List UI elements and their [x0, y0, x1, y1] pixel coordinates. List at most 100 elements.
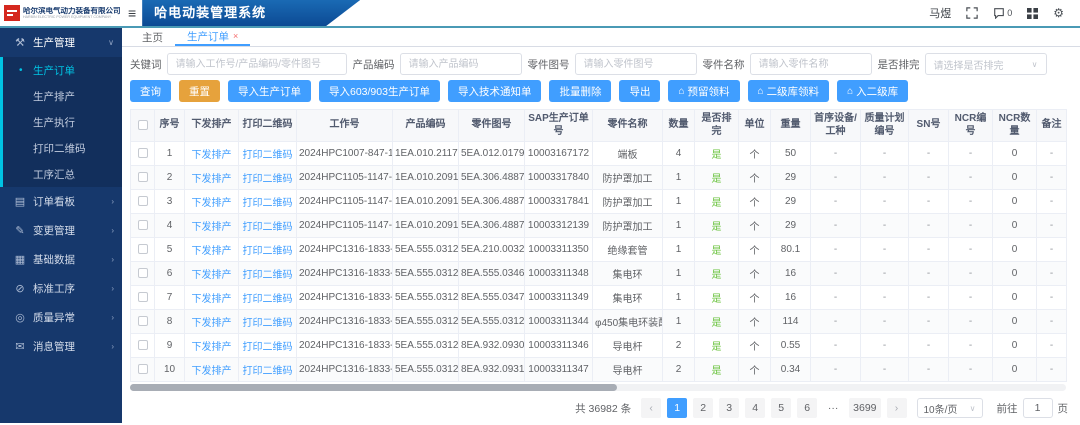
cell-ncr-no: -: [949, 166, 993, 190]
sidebar-subitem-print-qrcode[interactable]: 打印二维码: [3, 135, 122, 161]
filter-scheduled-status-select[interactable]: 请选择是否排完∨: [925, 53, 1047, 75]
horizontal-scrollbar[interactable]: [130, 384, 1066, 391]
sidebar-item-quality-exception[interactable]: ◎质量异常›: [0, 303, 122, 332]
sidebar-subitem-production-order[interactable]: •生产订单: [3, 57, 122, 83]
settings-gear-icon[interactable]: ⚙: [1053, 7, 1064, 19]
batch-delete-button[interactable]: 批量删除: [549, 80, 611, 102]
dispatch-link[interactable]: 下发排产: [185, 238, 239, 262]
apps-grid-icon[interactable]: [1027, 8, 1038, 19]
row-checkbox[interactable]: [138, 340, 148, 350]
prev-page-button[interactable]: ‹: [641, 398, 661, 418]
page-button-3[interactable]: 3: [719, 398, 739, 418]
cell-remark: -: [1037, 262, 1067, 286]
reset-button[interactable]: 重置: [179, 80, 220, 102]
dispatch-link[interactable]: 下发排产: [185, 334, 239, 358]
print-qrcode-link[interactable]: 打印二维码: [239, 358, 297, 382]
row-checkbox[interactable]: [138, 148, 148, 158]
secondary-store-pick-button[interactable]: ⌂二级库领料: [748, 80, 830, 102]
cell-qty: 1: [663, 262, 695, 286]
sidebar-item-base-data[interactable]: ▦基础数据›: [0, 245, 122, 274]
row-checkbox[interactable]: [138, 172, 148, 182]
sidebar-item-order-board[interactable]: ▤订单看板›: [0, 187, 122, 216]
page-size-select[interactable]: 10条/页 ∨: [917, 398, 983, 418]
print-qrcode-link[interactable]: 打印二维码: [239, 238, 297, 262]
page-button-3699[interactable]: 3699: [849, 398, 880, 418]
sidebar-subitem-production-execution[interactable]: 生产执行: [3, 109, 122, 135]
dispatch-link[interactable]: 下发排产: [185, 310, 239, 334]
row-checkbox-cell: [131, 142, 155, 166]
page-button-6[interactable]: 6: [797, 398, 817, 418]
row-checkbox[interactable]: [138, 244, 148, 254]
dispatch-link[interactable]: 下发排产: [185, 142, 239, 166]
fullscreen-icon[interactable]: [966, 7, 978, 19]
filter-part-name-input[interactable]: [750, 53, 872, 75]
sidebar-item-production-management[interactable]: ⚒生产管理∨: [0, 28, 122, 57]
print-qrcode-link[interactable]: 打印二维码: [239, 310, 297, 334]
home-icon: ⌂: [678, 86, 684, 97]
dispatch-link[interactable]: 下发排产: [185, 358, 239, 382]
column-header: 是否排完: [695, 110, 739, 142]
cell-quality-plan: -: [861, 166, 909, 190]
import-tech-notice-button[interactable]: 导入技术通知单: [448, 80, 542, 102]
filter-keyword-input[interactable]: [167, 53, 347, 75]
button-label: 入二级库: [856, 84, 898, 99]
select-all-checkbox[interactable]: [138, 120, 148, 130]
notifications-icon[interactable]: 0: [993, 7, 1012, 19]
dispatch-link[interactable]: 下发排产: [185, 190, 239, 214]
print-qrcode-link[interactable]: 打印二维码: [239, 190, 297, 214]
sidebar-collapse-icon[interactable]: ≡: [122, 5, 142, 21]
print-qrcode-link[interactable]: 打印二维码: [239, 142, 297, 166]
query-button[interactable]: 查询: [130, 80, 171, 102]
print-qrcode-link[interactable]: 打印二维码: [239, 166, 297, 190]
row-checkbox[interactable]: [138, 268, 148, 278]
column-header: NCR数量: [993, 110, 1037, 142]
goto-page-input[interactable]: [1023, 398, 1053, 418]
secondary-store-in-button[interactable]: ⌂入二级库: [837, 80, 908, 102]
cell-part-no: 5EA.012.0179: [459, 142, 525, 166]
filter-product-code-input[interactable]: [400, 53, 522, 75]
row-checkbox[interactable]: [138, 364, 148, 374]
row-checkbox[interactable]: [138, 316, 148, 326]
cell-remark: -: [1037, 166, 1067, 190]
cell-no: 2: [155, 166, 185, 190]
dispatch-link[interactable]: 下发排产: [185, 286, 239, 310]
cell-quality-plan: -: [861, 142, 909, 166]
next-page-button[interactable]: ›: [887, 398, 907, 418]
print-qrcode-link[interactable]: 打印二维码: [239, 334, 297, 358]
print-qrcode-link[interactable]: 打印二维码: [239, 214, 297, 238]
button-label: 批量删除: [559, 84, 601, 99]
scrollbar-thumb[interactable]: [130, 384, 617, 391]
row-checkbox[interactable]: [138, 196, 148, 206]
sidebar-subitem-process-summary[interactable]: 工序汇总: [3, 161, 122, 187]
page-button-1[interactable]: 1: [667, 398, 687, 418]
table-row: 6下发排产打印二维码2024HPC1316-1833-25EA.555.0312…: [131, 262, 1067, 286]
sidebar-item-standard-process[interactable]: ⊘标准工序›: [0, 274, 122, 303]
cell-scheduled: 是: [695, 262, 739, 286]
reserve-material-button[interactable]: ⌂预留领料: [668, 80, 739, 102]
cell-qty: 4: [663, 142, 695, 166]
sidebar-item-message-management[interactable]: ✉消息管理›: [0, 332, 122, 361]
sidebar-item-change-management[interactable]: ✎变更管理›: [0, 216, 122, 245]
row-checkbox[interactable]: [138, 292, 148, 302]
row-checkbox-cell: [131, 358, 155, 382]
tab-close-icon[interactable]: ×: [233, 31, 238, 41]
dispatch-link[interactable]: 下发排产: [185, 166, 239, 190]
page-button-4[interactable]: 4: [745, 398, 765, 418]
cell-scheduled: 是: [695, 310, 739, 334]
dispatch-link[interactable]: 下发排产: [185, 214, 239, 238]
import-production-order-button[interactable]: 导入生产订单: [228, 80, 311, 102]
print-qrcode-link[interactable]: 打印二维码: [239, 262, 297, 286]
print-qrcode-link[interactable]: 打印二维码: [239, 286, 297, 310]
filter-bar: 关键词产品编码零件图号零件名称是否排完请选择是否排完∨: [130, 52, 1072, 76]
page-button-2[interactable]: 2: [693, 398, 713, 418]
user-name[interactable]: 马煜: [929, 5, 951, 21]
page-button-5[interactable]: 5: [771, 398, 791, 418]
sidebar-subitem-production-scheduling[interactable]: 生产排产: [3, 83, 122, 109]
import-603-903-order-button[interactable]: 导入603/903生产订单: [319, 80, 440, 102]
row-checkbox[interactable]: [138, 220, 148, 230]
tab-home[interactable]: 主页: [130, 28, 175, 46]
dispatch-link[interactable]: 下发排产: [185, 262, 239, 286]
tab-production-order[interactable]: 生产订单×: [175, 28, 250, 46]
export-button[interactable]: 导出: [619, 80, 660, 102]
filter-part-drawing-no-input[interactable]: [575, 53, 697, 75]
